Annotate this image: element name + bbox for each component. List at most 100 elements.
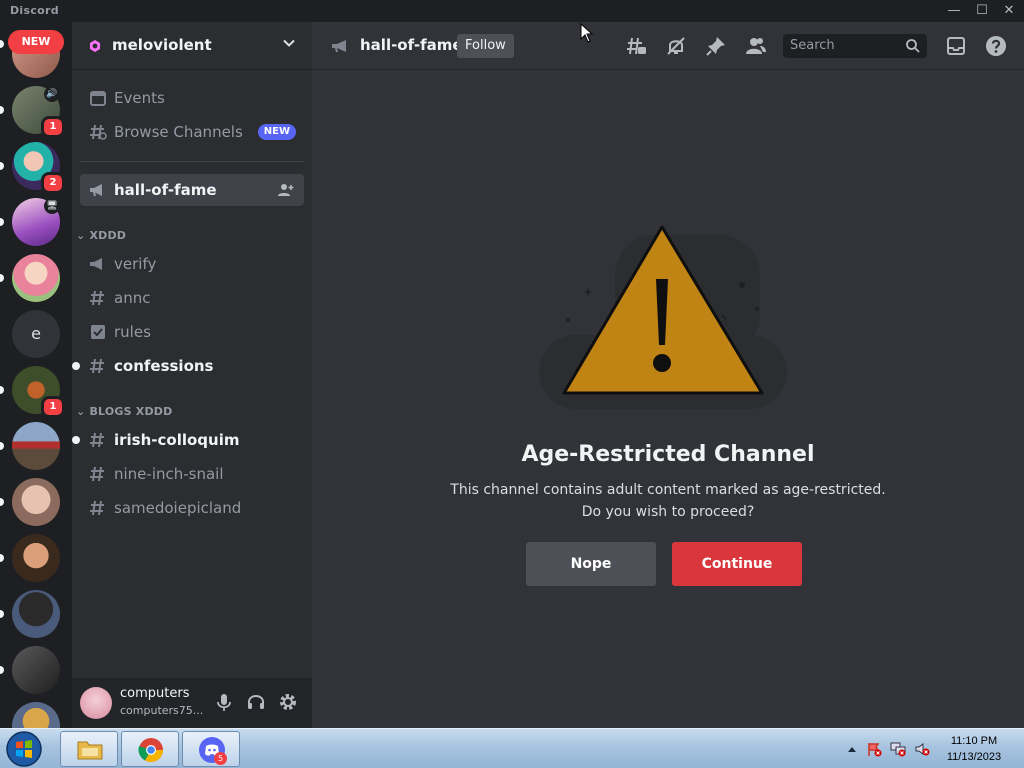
sidebar-item-label: Browse Channels	[114, 123, 243, 141]
channel-irish-colloquim[interactable]: irish-colloquim	[72, 424, 304, 456]
clock-time: 11:10 PM	[950, 735, 998, 747]
nope-button[interactable]: Nope	[526, 542, 656, 586]
headphones-icon[interactable]	[245, 691, 267, 713]
channel-label: hall-of-fame	[114, 181, 217, 199]
channel-title: hall-of-fame	[360, 36, 463, 54]
help-icon[interactable]	[985, 35, 1007, 57]
taskbar-explorer[interactable]	[60, 731, 118, 767]
mouse-cursor-icon	[580, 23, 594, 43]
channel-rules[interactable]: rules	[80, 316, 304, 348]
unread-pill	[0, 106, 4, 114]
action-center-icon[interactable]	[866, 741, 882, 757]
unread-pill	[0, 554, 4, 562]
server-icon[interactable]	[12, 254, 60, 302]
follow-button[interactable]: Follow	[457, 34, 514, 58]
hashtag-icon	[90, 466, 104, 482]
app-title: Discord	[10, 4, 59, 17]
mention-badge: 1	[41, 116, 65, 138]
threads-icon[interactable]	[625, 35, 647, 57]
main-content: hall-of-fame Follow Search Age-Restricte…	[312, 22, 1024, 728]
server-icon[interactable]	[12, 422, 60, 470]
announcement-icon	[332, 40, 346, 52]
server-icon[interactable]	[12, 590, 60, 638]
divider	[80, 161, 304, 162]
screen-share-icon: 🖥	[44, 198, 60, 214]
server-rail: NEW 🔊 1 2 🖥 e 1	[0, 22, 72, 728]
guild-name: meloviolent	[112, 36, 212, 54]
search-input[interactable]: Search	[783, 34, 927, 58]
show-hidden-icons-icon[interactable]	[844, 741, 860, 757]
guild-header[interactable]: meloviolent	[72, 22, 312, 70]
chevron-down-icon	[283, 39, 295, 47]
member-list-icon[interactable]	[745, 35, 767, 57]
gate-description: This channel contains adult content mark…	[312, 479, 1024, 523]
gear-icon[interactable]	[277, 691, 299, 713]
invite-icon[interactable]	[278, 183, 294, 197]
avatar[interactable]	[80, 687, 112, 719]
user-panel: computers computers75...	[72, 678, 312, 728]
unread-dot	[72, 362, 80, 370]
unread-pill	[0, 162, 4, 170]
hashtag-icon	[90, 290, 104, 306]
server-icon[interactable]	[12, 534, 60, 582]
unread-pill	[0, 610, 4, 618]
system-clock[interactable]: 11:10 PM 11/13/2023	[932, 733, 1016, 765]
inbox-icon[interactable]	[945, 35, 967, 57]
unread-pill	[0, 386, 4, 394]
unread-pill	[0, 40, 4, 48]
channel-label: samedoiepicland	[114, 499, 242, 517]
server-icon[interactable]	[12, 478, 60, 526]
unread-pill	[0, 498, 4, 506]
discord-notification-badge: 5	[214, 752, 227, 765]
rules-icon	[91, 325, 105, 339]
boost-icon	[90, 40, 100, 52]
channel-confessions[interactable]: confessions	[72, 350, 304, 382]
start-button-icon[interactable]	[4, 730, 44, 768]
channel-annc[interactable]: annc	[80, 282, 304, 314]
title-bar: Discord — ☐ ✕	[0, 0, 1024, 22]
taskbar-discord[interactable]: 5	[182, 731, 240, 767]
server-icon[interactable]	[12, 702, 60, 728]
close-button[interactable]: ✕	[999, 2, 1019, 20]
notifications-muted-icon[interactable]	[665, 35, 687, 57]
taskbar-chrome[interactable]	[121, 731, 179, 767]
chrome-icon	[138, 738, 163, 763]
volume-muted-icon[interactable]	[914, 741, 930, 757]
unread-pill	[0, 666, 4, 674]
channel-verify[interactable]: verify	[80, 248, 304, 280]
minimize-button[interactable]: —	[944, 2, 964, 20]
channel-label: verify	[114, 255, 157, 273]
maximize-button[interactable]: ☐	[972, 2, 992, 20]
network-icon[interactable]	[890, 741, 906, 757]
channel-label: nine-inch-snail	[114, 465, 224, 483]
folder-icon	[77, 741, 103, 760]
search-placeholder: Search	[790, 38, 835, 53]
server-icon-letter[interactable]: e	[12, 310, 60, 358]
channel-samedoiepicland[interactable]: samedoiepicland	[80, 492, 304, 524]
channel-header: hall-of-fame Follow Search	[312, 22, 1024, 70]
server-icon[interactable]	[12, 646, 60, 694]
pin-icon[interactable]	[705, 35, 727, 57]
unread-pill	[0, 442, 4, 450]
sidebar-item-events[interactable]: Events	[80, 82, 304, 114]
channel-hall-of-fame[interactable]: hall-of-fame	[80, 174, 304, 206]
username: computers	[120, 686, 190, 701]
channel-label: rules	[114, 323, 151, 341]
microphone-icon[interactable]	[213, 691, 235, 713]
speaker-icon: 🔊	[44, 86, 60, 102]
calendar-icon	[90, 91, 106, 106]
category-blogs-xddd[interactable]: ⌄ BLOGS XDDD	[76, 405, 172, 418]
sidebar-item-browse-channels[interactable]: Browse Channels NEW	[80, 116, 304, 148]
channel-nine-inch-snail[interactable]: nine-inch-snail	[80, 458, 304, 490]
unread-pill	[0, 274, 4, 282]
windows-taskbar: 5 11:10 PM 11/13/2023	[0, 728, 1024, 768]
hashtag-icon	[90, 432, 104, 448]
user-tag: computers75...	[120, 704, 204, 717]
mention-badge: 2	[41, 172, 65, 194]
search-icon	[906, 39, 920, 53]
continue-button[interactable]: Continue	[672, 542, 802, 586]
category-xddd[interactable]: ⌄ XDDD	[76, 229, 126, 242]
channel-sidebar: meloviolent Events Browse Channels NEW h…	[72, 22, 312, 728]
unread-pill	[0, 218, 4, 226]
announcement-icon	[90, 184, 102, 196]
